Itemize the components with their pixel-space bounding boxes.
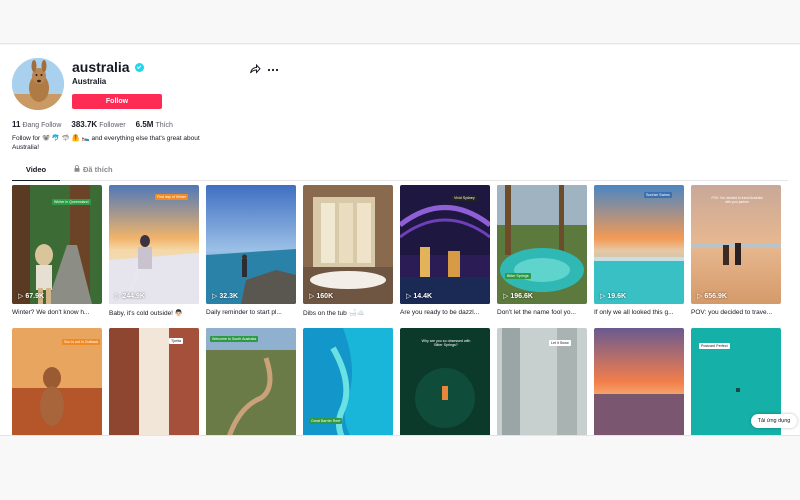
video-caption[interactable]: Winter? We don't know h... — [12, 309, 102, 316]
video-tag: Winter in Queensland — [52, 199, 91, 205]
play-icon: ▷ — [18, 293, 24, 300]
video-tag: Tjorita — [169, 338, 183, 344]
view-count: ▷ 32.3K — [212, 292, 239, 301]
video-tag: Vivid Sydney — [452, 195, 477, 201]
video-thumbnail[interactable]: Vivid Sydney ▷ 14.4K — [400, 185, 490, 304]
video-card[interactable]: Let it Snow — [497, 328, 587, 435]
play-icon: ▷ — [212, 293, 218, 300]
video-card[interactable]: First day of Winter ▷ 244.9K Baby, it's c… — [109, 185, 199, 317]
video-tag: Bitter Springs — [505, 273, 531, 279]
stat-likes: 6.5M Thích — [135, 120, 173, 129]
video-tag: Great Barrier Reef — [309, 418, 343, 424]
share-icon[interactable] — [249, 62, 261, 74]
video-thumbnail[interactable]: POV: You decided to travel Australia wit… — [691, 185, 781, 304]
verified-badge-icon — [134, 62, 144, 72]
video-card[interactable]: ▷ 160K Dibs on the tub 🛁☁️ — [303, 185, 393, 317]
video-card[interactable]: Tjorita — [109, 328, 199, 435]
tab-video[interactable]: Video — [12, 165, 60, 181]
follow-button[interactable]: Follow — [72, 94, 162, 109]
video-card[interactable]: Great Barrier Reef — [303, 328, 393, 435]
play-icon: ▷ — [406, 293, 412, 300]
video-tag: Postcard Perfect — [699, 343, 730, 349]
lock-icon — [74, 165, 80, 172]
video-tag: First day of Winter — [155, 194, 189, 200]
play-icon: ▷ — [309, 293, 315, 300]
video-thumbnail[interactable]: Welcome to South Australia — [206, 328, 296, 435]
video-thumbnail[interactable]: Great Barrier Reef — [303, 328, 393, 435]
view-count: ▷ 67.9K — [18, 292, 45, 301]
video-card[interactable]: Sunrise Swims ▷ 19.6K If only we all look… — [594, 185, 684, 316]
video-thumbnail[interactable]: Winter in Queensland ▷ 67.9K — [12, 185, 102, 304]
page: australia Australia Follow 11 Đang Follow… — [0, 0, 800, 500]
video-thumbnail[interactable]: Why are you so obsessed with Bitter Spri… — [400, 328, 490, 435]
video-card[interactable]: POV: You decided to travel Australia wit… — [691, 185, 781, 316]
tab-liked[interactable]: Đã thích — [74, 165, 124, 181]
video-caption[interactable]: Don't let the name fool yo... — [497, 309, 587, 316]
video-thumbnail[interactable]: First day of Winter ▷ 244.9K — [109, 185, 199, 304]
bio: Follow for 🐨 🐬 🦈 🦺 🛌 and everything else… — [12, 135, 200, 151]
play-icon: ▷ — [503, 293, 509, 300]
profile-stats: 11 Đang Follow 383.7K Follower 6.5M Thích — [12, 120, 173, 129]
view-count: ▷ 196.6K — [503, 292, 533, 301]
video-card[interactable]: Winter in Queensland ▷ 67.9K Winter? We d… — [12, 185, 102, 316]
video-tag: POV: You decided to travel Australia wit… — [711, 196, 763, 204]
profile-content: australia Australia Follow 11 Đang Follow… — [0, 45, 800, 435]
video-caption[interactable]: Baby, it's cold outside! 👨🏻 — [109, 309, 199, 317]
username: australia — [72, 59, 130, 75]
video-thumbnail[interactable]: Bitter Springs ▷ 196.6K — [497, 185, 587, 304]
view-count: ▷ 14.4K — [406, 292, 433, 301]
video-thumbnail[interactable]: Tjorita — [109, 328, 199, 435]
video-caption[interactable]: Dibs on the tub 🛁☁️ — [303, 309, 393, 317]
video-tag: Why are you so obsessed with Bitter Spri… — [421, 339, 471, 347]
nickname: Australia — [72, 77, 107, 86]
video-tag: Welcome to South Australia — [210, 336, 259, 342]
video-caption[interactable]: If only we all looked this g... — [594, 309, 684, 316]
video-card[interactable]: Sun is out in Outback — [12, 328, 102, 435]
play-icon: ▷ — [115, 293, 121, 300]
video-tag: Let it Snow — [549, 340, 571, 346]
video-card[interactable]: Vivid Sydney ▷ 14.4K Are you ready to be … — [400, 185, 490, 316]
video-card[interactable] — [594, 328, 684, 435]
video-thumbnail[interactable] — [594, 328, 684, 435]
video-caption[interactable]: Daily reminder to start pl... — [206, 309, 296, 316]
more-options-icon[interactable] — [267, 62, 279, 72]
view-count: ▷ 19.6K — [600, 292, 627, 301]
video-card[interactable]: Why are you so obsessed with Bitter Spri… — [400, 328, 490, 435]
download-app-button[interactable]: Tải ứng dụng — [751, 414, 797, 428]
avatar[interactable] — [12, 58, 64, 110]
video-thumbnail[interactable]: Sunrise Swims ▷ 19.6K — [594, 185, 684, 304]
video-thumbnail[interactable]: Let it Snow — [497, 328, 587, 435]
play-icon: ▷ — [697, 293, 703, 300]
video-caption[interactable]: POV: you decided to trave... — [691, 309, 781, 316]
view-count: ▷ 656.9K — [697, 292, 727, 301]
video-tag: Sun is out in Outback — [62, 339, 101, 345]
top-bar — [0, 0, 800, 44]
video-card[interactable]: Bitter Springs ▷ 196.6K Don't let the nam… — [497, 185, 587, 316]
view-count: ▷ 160K — [309, 292, 334, 301]
play-icon: ▷ — [600, 293, 606, 300]
footer — [0, 435, 800, 500]
video-thumbnail[interactable]: Sun is out in Outback — [12, 328, 102, 435]
stat-followers[interactable]: 383.7K Follower — [71, 120, 125, 129]
video-thumbnail[interactable]: ▷ 32.3K — [206, 185, 296, 304]
profile-tabs: Video Đã thích — [12, 165, 788, 181]
video-card[interactable]: ▷ 32.3K Daily reminder to start pl... — [206, 185, 296, 316]
video-card[interactable]: Welcome to South Australia — [206, 328, 296, 435]
video-tag: Sunrise Swims — [644, 192, 672, 198]
stat-following[interactable]: 11 Đang Follow — [12, 120, 61, 129]
view-count: ▷ 244.9K — [115, 292, 145, 301]
video-thumbnail[interactable]: ▷ 160K — [303, 185, 393, 304]
video-caption[interactable]: Are you ready to be dazzl... — [400, 309, 490, 316]
